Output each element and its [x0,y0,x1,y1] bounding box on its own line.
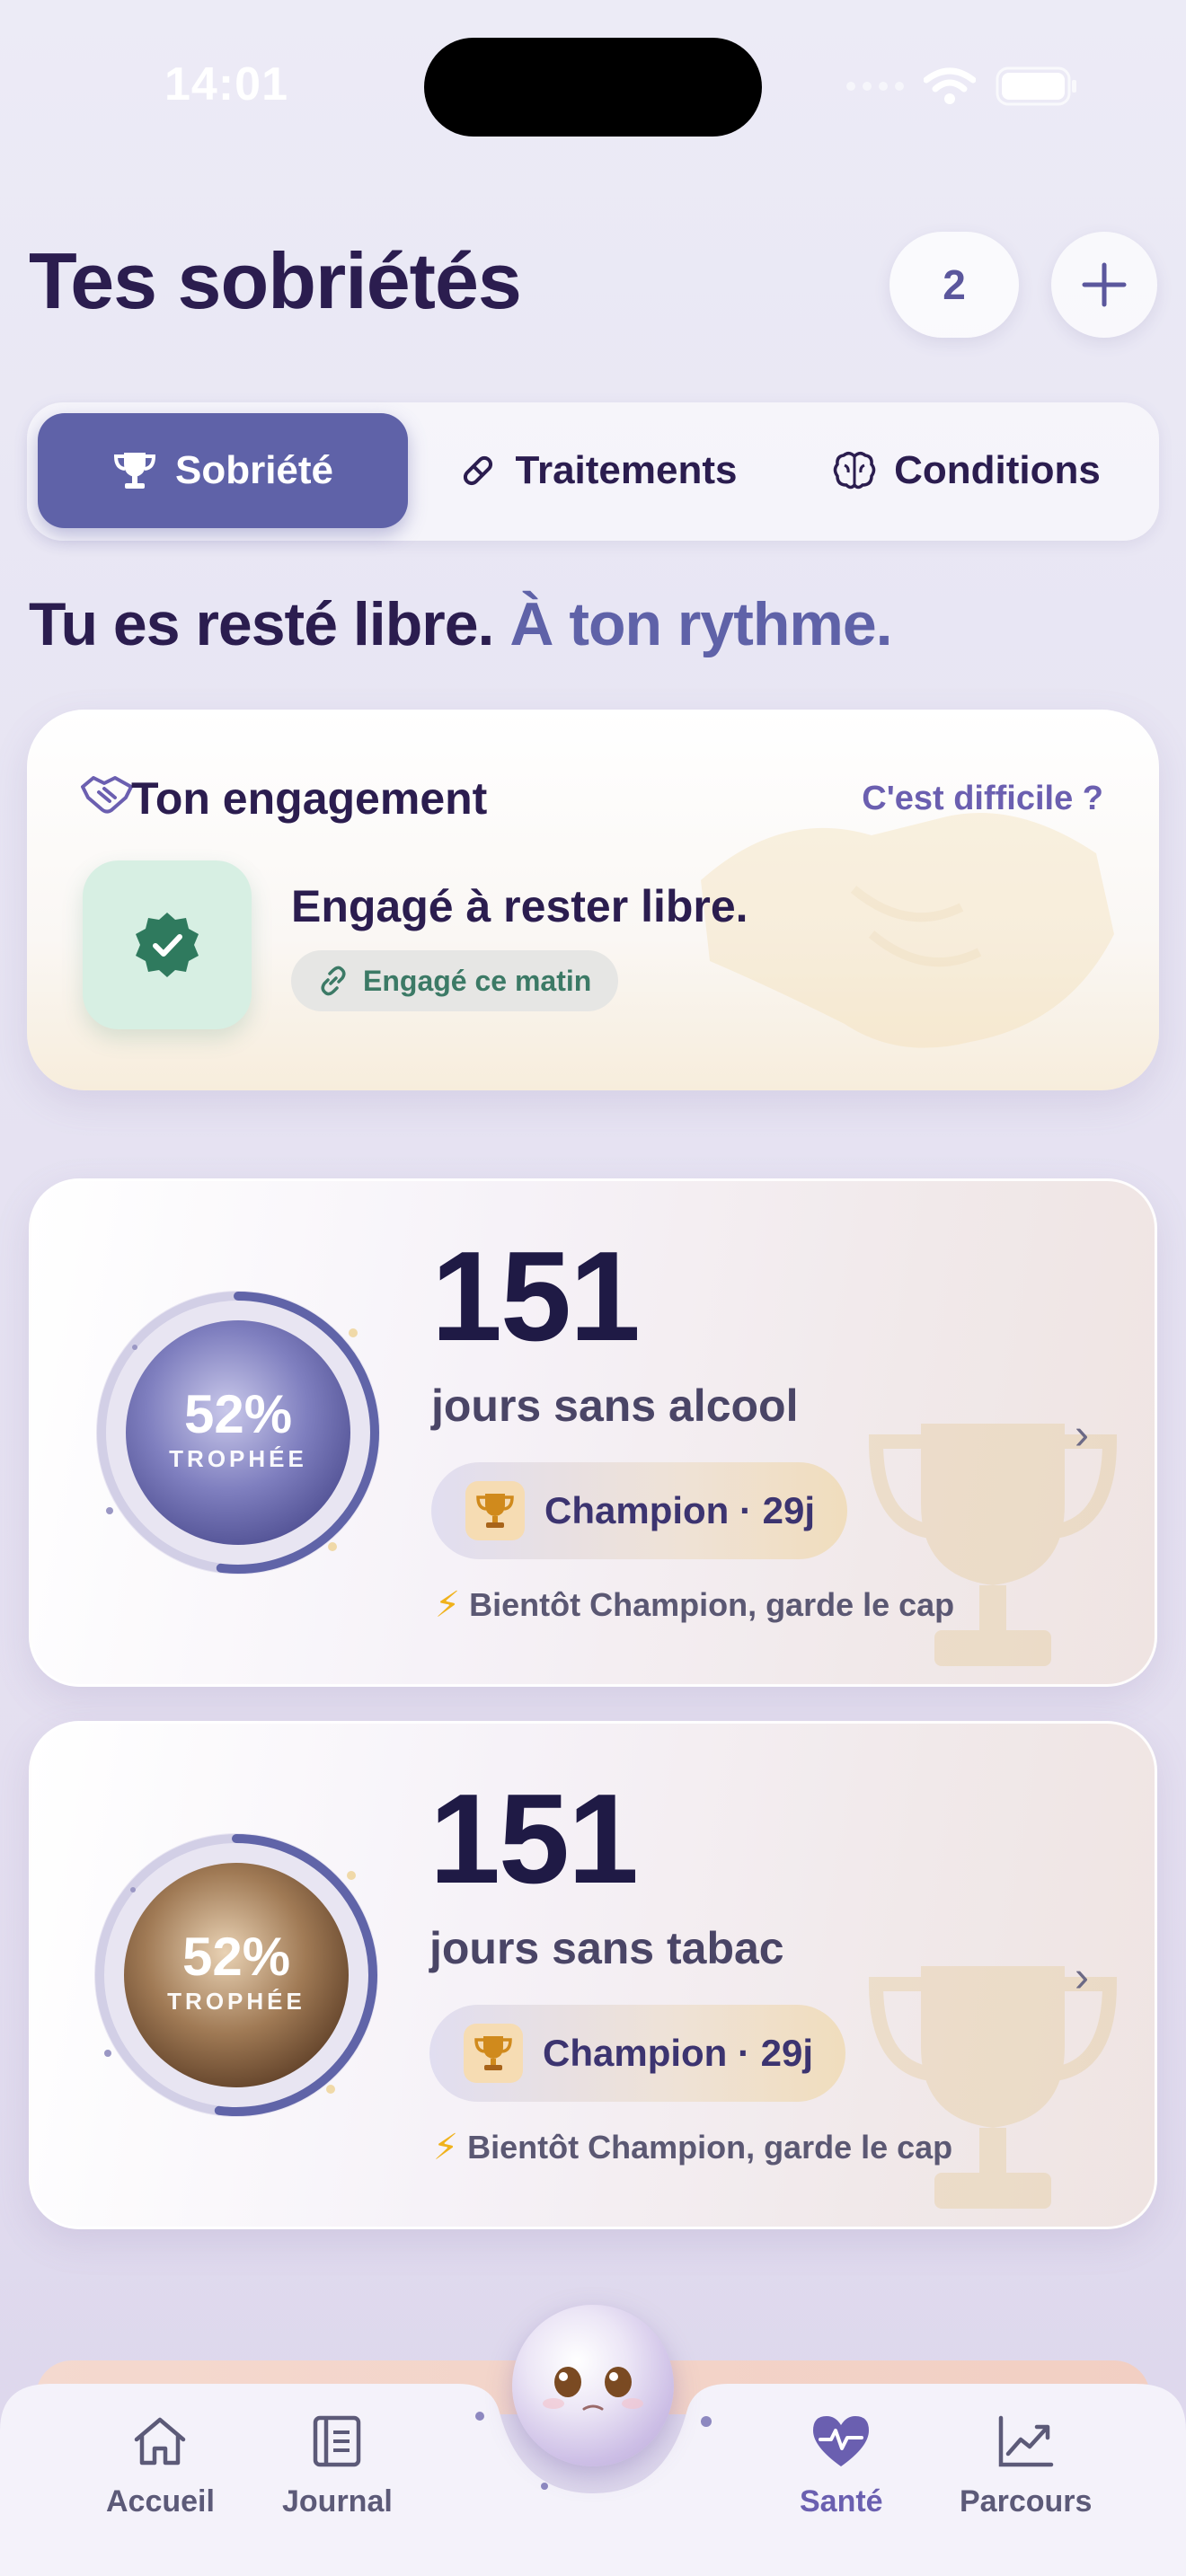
engagement-badge: Engagé ce matin [291,950,619,1011]
subtitle-accent: À ton rythme. [509,590,892,658]
tab-traitements[interactable]: Traitements [422,413,773,528]
chart-trend-icon [998,2415,1053,2467]
trophy-icon [113,453,155,489]
status-time: 14:01 [164,58,288,110]
chevron-right-icon[interactable]: › [1075,1410,1089,1460]
sobriety-count-button[interactable]: 2 [890,232,1019,338]
pill-icon [463,455,492,486]
status-icons [846,66,1078,106]
dynamic-island [424,38,762,137]
tab-label: Traitements [515,448,738,492]
handshake-icon [81,776,133,814]
home-icon [135,2417,186,2466]
verified-badge-icon [136,913,199,977]
plus-icon [1082,262,1127,307]
motivation-subtitle: Tu es resté libre. À ton rythme. [29,589,893,659]
days-label: jours sans tabac [429,1923,784,1973]
battery-icon [996,66,1076,106]
trophy-pill: Champion · 29j [431,1462,848,1559]
streak-hint-text: Bientôt Champion, garde le cap [467,2129,953,2166]
chevron-right-icon[interactable]: › [1075,1953,1089,2002]
progress-center: 52% TROPHÉE [88,1926,385,2016]
nav-parcours[interactable]: Parcours [960,2413,1092,2519]
progress-percent: 52% [181,1927,291,1987]
journal-icon [314,2415,361,2467]
lightning-icon: ⚡ [433,2128,459,2167]
trophy-label: Champion · 29j [544,1489,816,1531]
engagement-status-tile [83,860,252,1029]
days-count: 151 [429,1768,639,1910]
lightning-icon: ⚡ [435,1585,461,1625]
nav-accueil[interactable]: Accueil [106,2413,215,2519]
signal-icon [846,82,904,91]
nav-journal[interactable]: Journal [282,2413,393,2519]
days-count: 151 [431,1225,641,1368]
engagement-title: Ton engagement [131,773,488,824]
mascot-face-icon [543,2367,643,2411]
category-tabs: Sobriété Traitements Conditions [27,402,1159,541]
subtitle-main: Tu es resté libre. [29,590,494,658]
difficulty-link[interactable]: C'est difficile ? [862,780,1103,818]
nav-label: Journal [282,2484,393,2519]
trophy-icon [464,2024,523,2083]
nav-label: Santé [800,2484,883,2519]
progress-center: 52% TROPHÉE [90,1383,386,1473]
link-icon [321,966,346,996]
add-button[interactable] [1051,232,1157,338]
engagement-badge-label: Engagé ce matin [363,964,592,997]
nav-sante[interactable]: Santé [800,2413,883,2519]
streak-hint: ⚡ Bientôt Champion, garde le cap [433,2127,952,2168]
engagement-statement: Engagé à rester libre. [291,881,748,931]
trophy-pill: Champion · 29j [429,2005,846,2102]
days-label: jours sans alcool [431,1381,799,1431]
tab-label: Sobriété [174,448,334,492]
brain-icon [833,452,876,490]
streak-hint-text: Bientôt Champion, garde le cap [469,1586,955,1623]
trophy-label: Champion · 29j [543,2032,814,2074]
streak-hint: ⚡ Bientôt Champion, garde le cap [435,1584,954,1626]
progress-label: TROPHÉE [169,1445,307,1472]
nav-label: Parcours [960,2484,1093,2519]
tab-conditions[interactable]: Conditions [787,413,1146,528]
progress-percent: 52% [183,1384,293,1444]
tab-sobriete[interactable]: Sobriété [38,413,408,528]
page-title: Tes sobriétés [29,236,522,325]
tab-label: Conditions [894,448,1101,492]
wifi-icon [924,67,976,104]
progress-label: TROPHÉE [167,1988,305,2015]
trophy-icon [465,1481,525,1540]
nav-label: Accueil [106,2484,215,2519]
heart-pulse-icon [813,2416,870,2466]
mascot-button[interactable] [512,2305,674,2466]
